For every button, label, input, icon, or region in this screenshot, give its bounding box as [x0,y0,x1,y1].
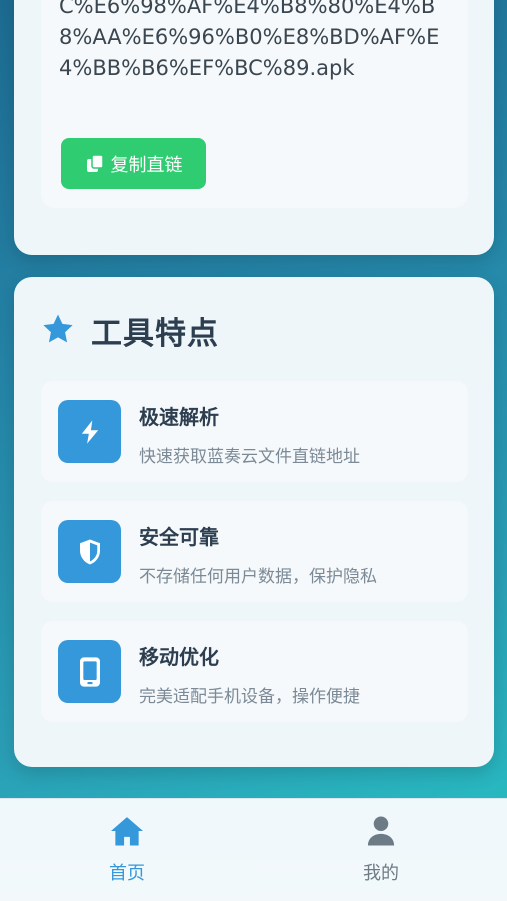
features-title: 工具特点 [91,316,219,352]
direct-link-box: 7%89%88%E6%9C%AC%EF%BC%8 C%E6%98%AF%E4%B… [41,0,468,208]
direct-link-text[interactable]: 7%89%88%E6%9C%AC%EF%BC%8 C%E6%98%AF%E4%B… [59,0,454,118]
feature-item-mobile: 移动优化 完美适配手机设备，操作便捷 [41,621,468,722]
copy-link-button[interactable]: 复制直链 [61,138,206,189]
mobile-icon [58,640,121,703]
feature-title: 极速解析 [139,405,219,429]
result-card: 7%89%88%E6%9C%AC%EF%BC%8 C%E6%98%AF%E4%B… [14,0,494,255]
feature-description: 不存储任何用户数据，保护隐私 [139,567,377,587]
lightning-icon [58,400,121,463]
nav-label-mine: 我的 [363,863,399,884]
shield-icon [58,520,121,583]
home-icon [109,815,145,851]
star-icon [41,312,75,350]
feature-title: 移动优化 [139,645,219,669]
nav-item-home[interactable]: 首页 [67,815,187,885]
feature-item-fast-parse: 极速解析 快速获取蓝奏云文件直链地址 [41,381,468,482]
bottom-nav: 首页 我的 [0,798,507,901]
feature-item-secure: 安全可靠 不存储任何用户数据，保护隐私 [41,501,468,602]
features-card: 工具特点 极速解析 快速获取蓝奏云文件直链地址 安全可靠 不存储任何用户数据，保… [14,277,494,767]
nav-item-mine[interactable]: 我的 [321,815,441,885]
copy-icon [85,153,105,174]
copy-button-label: 复制直链 [110,154,183,176]
features-header: 工具特点 [41,308,219,353]
feature-description: 快速获取蓝奏云文件直链地址 [139,447,360,467]
feature-description: 完美适配手机设备，操作便捷 [139,687,360,707]
user-icon [366,815,396,851]
feature-title: 安全可靠 [139,525,219,549]
nav-label-home: 首页 [109,863,145,884]
